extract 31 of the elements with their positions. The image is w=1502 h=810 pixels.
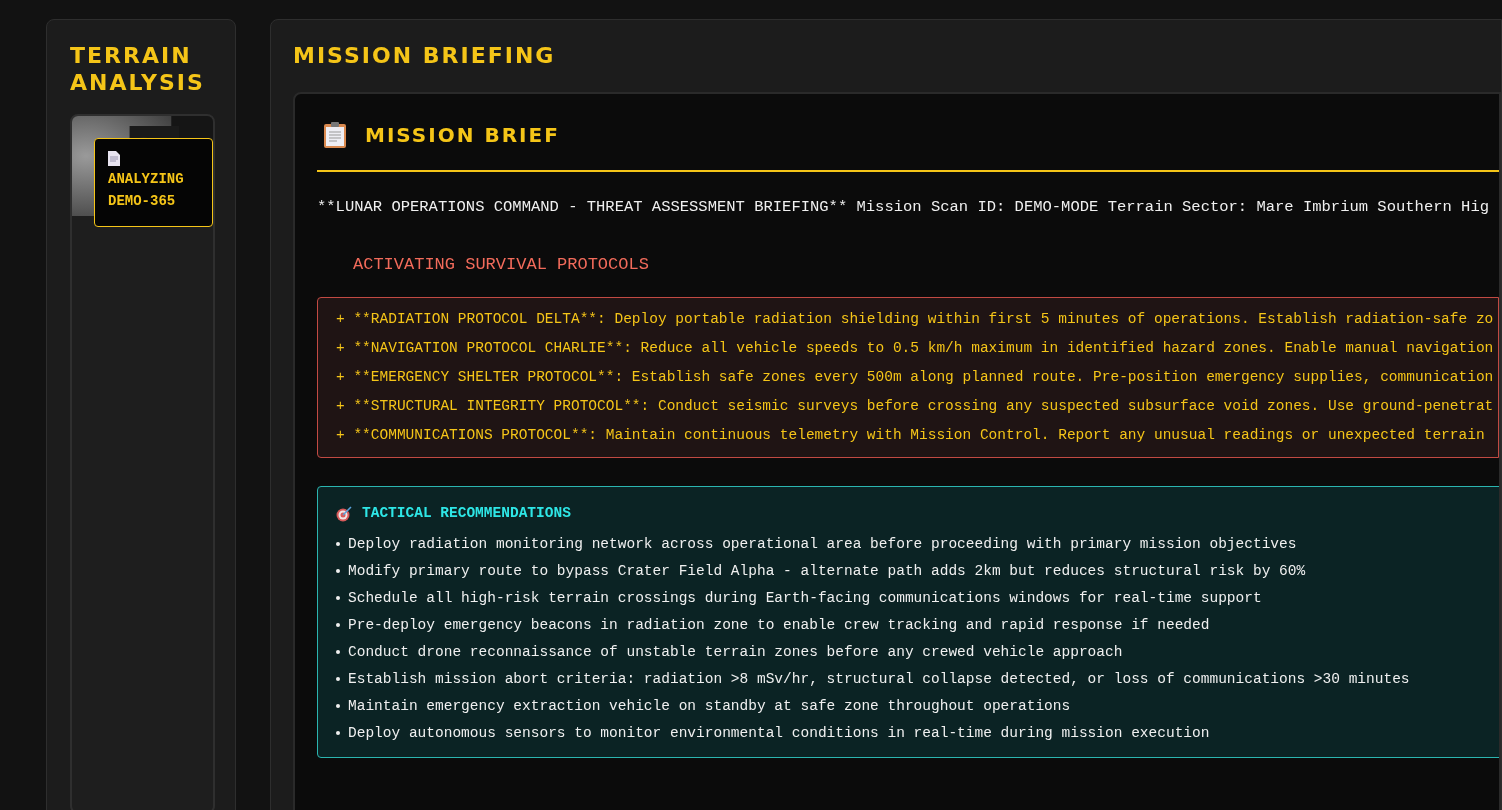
brief-summary: **LUNAR OPERATIONS COMMAND - THREAT ASSESSMENT BRIEFING** Mission Scan ID: DEMO-MODE Terrain Sector: Mare Imbrium Southern Hig: [317, 197, 1490, 218]
bullet-icon: [336, 731, 340, 735]
protocol-line: + **RADIATION PROTOCOL DELTA**: Deploy portable radiation shielding within first 5 minutes of operations. Establish radiation-safe zo: [336, 309, 1495, 329]
sidebar-title: TERRAIN ANALYSIS: [70, 42, 206, 96]
recommendation-text: Deploy radiation monitoring network across operational area before proceeding with primary mission objectives: [348, 534, 1297, 554]
protocol-line: + **STRUCTURAL INTEGRITY PROTOCOL**: Conduct seismic surveys before crossing any suspected subsurface void zones. Use ground-penetrat: [336, 396, 1495, 416]
bullet-icon: [336, 569, 340, 573]
clipboard-icon: [323, 121, 347, 149]
protocol-line: + **EMERGENCY SHELTER PROTOCOL**: Establish safe zones every 500m along planned route. Pre-position emergency supplies, communication: [336, 367, 1495, 387]
recommendation-text: Modify primary route to bypass Crater Field Alpha - alternate path adds 2km but reduces structural risk by 60%: [348, 561, 1306, 581]
recommendation-text: Pre-deploy emergency beacons in radiation zone to enable crew tracking and rapid response if needed: [348, 615, 1210, 635]
recommendation-text: Conduct drone reconnaissance of unstable terrain zones before any crewed vehicle approach: [348, 642, 1123, 662]
bullet-icon: [336, 650, 340, 654]
protocol-line: + **NAVIGATION PROTOCOL CHARLIE**: Reduce all vehicle speeds to 0.5 km/h maximum in identified hazard zones. Enable manual navigation: [336, 338, 1495, 358]
recommendation-text: Maintain emergency extraction vehicle on standby at safe zone throughout operations: [348, 696, 1071, 716]
status-text: ANALYZING DEMO-365: [108, 170, 185, 211]
recommendation-text: Establish mission abort criteria: radiation >8 mSv/hr, structural collapse detected, or loss of communications >30 minutes: [348, 669, 1410, 689]
target-icon: [336, 505, 352, 522]
page-title: MISSION BRIEFING: [293, 42, 557, 70]
document-icon: [108, 151, 120, 166]
bullet-icon: [336, 677, 340, 681]
recommendation-text: Schedule all high-risk terrain crossings during Earth-facing communications windows for real-time support: [348, 588, 1262, 608]
tactical-title: TACTICAL RECOMMENDATIONS: [362, 503, 571, 523]
protocol-line: + **COMMUNICATIONS PROTOCOL**: Maintain continuous telemetry with Mission Control. Report any unusual readings or unexpected terrain: [336, 425, 1486, 445]
recommendation-text: Deploy autonomous sensors to monitor environmental conditions in real-time during mission execution: [348, 723, 1210, 743]
bullet-icon: [336, 704, 340, 708]
brief-title: MISSION BRIEF: [365, 122, 560, 149]
alert-heading: ACTIVATING SURVIVAL PROTOCOLS: [353, 254, 649, 277]
bullet-icon: [336, 542, 340, 546]
bullet-icon: [336, 596, 340, 600]
bullet-icon: [336, 623, 340, 627]
